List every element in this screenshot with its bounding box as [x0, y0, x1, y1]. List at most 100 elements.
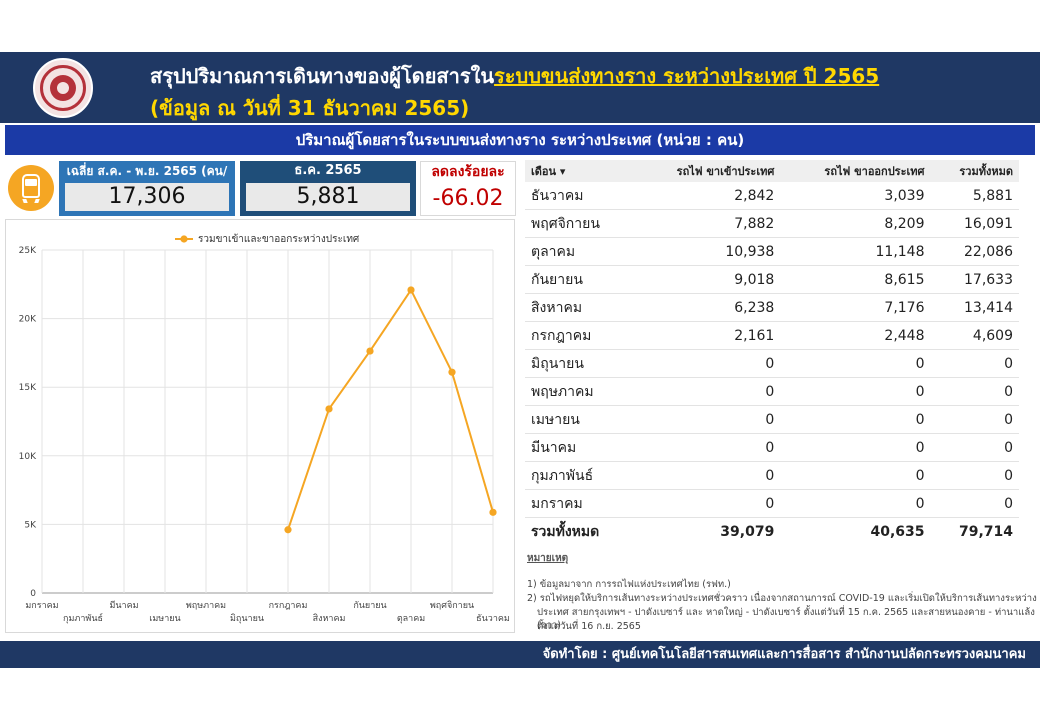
- cell-month: มิถุนายน: [525, 349, 634, 378]
- kpi-month-label: ธ.ค. 2565: [294, 163, 362, 178]
- cell-outbound: 0: [780, 433, 931, 462]
- table-row: มกราคม 0 0 0: [525, 489, 1019, 518]
- x-tick-label: กุมภาพันธ์: [63, 612, 103, 624]
- x-tick-label: พฤศจิกายน: [430, 600, 474, 611]
- kpi-change-value: -66.02: [432, 186, 504, 211]
- cell-total: 22,086: [930, 237, 1019, 266]
- title-highlight: ระบบขนส่งทางราง ระหว่างประเทศ ปี 2565: [494, 64, 880, 88]
- cell-inbound: 0: [633, 349, 781, 378]
- cell-outbound: 0: [780, 489, 931, 518]
- cell-month: กุมภาพันธ์: [525, 461, 634, 490]
- cell-outbound: 40,635: [870, 523, 925, 540]
- data-point: [489, 508, 497, 516]
- table-row: ธันวาคม 2,842 3,039 5,881: [525, 182, 1019, 210]
- x-tick-label: เมษายน: [149, 614, 180, 624]
- cell-total: 0: [930, 377, 1019, 406]
- table-row: กันยายน 9,018 8,615 17,633: [525, 265, 1019, 294]
- cell-inbound: 2,842: [633, 182, 781, 210]
- cell-total: 0: [930, 349, 1019, 378]
- table-row: ตุลาคม 10,938 11,148 22,086: [525, 237, 1019, 266]
- cell-inbound: 10,938: [633, 237, 781, 266]
- notes-title: หมายเหตุ: [527, 553, 569, 564]
- x-tick-label: ธันวาคม: [476, 614, 510, 624]
- cell-total: 0: [930, 405, 1019, 434]
- cell-inbound: 9,018: [633, 265, 781, 294]
- kpi-average: เฉลี่ย ส.ค. - พ.ย. 2565 (คน/เดือน) 17,30…: [59, 161, 235, 216]
- cell-total: 79,714: [958, 523, 1013, 540]
- table-total-row: รวมทั้งหมด 39,079 40,635 79,714: [525, 518, 1019, 546]
- x-tick-label: มิถุนายน: [230, 613, 264, 624]
- table-row: กรกฎาคม 2,161 2,448 4,609: [525, 321, 1019, 350]
- y-tick-label: 15K: [19, 383, 37, 393]
- cell-month: มีนาคม: [525, 433, 634, 462]
- passenger-table: เดือน ▾ รถไฟ ขาเข้าประเทศ รถไฟ ขาออกประเ…: [525, 160, 1019, 545]
- footer-credit: จัดทำโดย : ศูนย์เทคโนโลยีสารสนเทศและการส…: [0, 641, 1040, 668]
- data-point: [407, 286, 415, 294]
- x-tick-label: ตุลาคม: [397, 614, 425, 624]
- cell-total: 16,091: [930, 209, 1019, 238]
- table-row: สิงหาคม 6,238 7,176 13,414: [525, 293, 1019, 322]
- cell-total: 17,633: [930, 265, 1019, 294]
- cell-inbound: 0: [633, 461, 781, 490]
- y-tick-label: 20K: [19, 315, 37, 325]
- cell-outbound: 0: [780, 405, 931, 434]
- data-point: [284, 526, 292, 534]
- table-row: เมษายน 0 0 0: [525, 405, 1019, 434]
- cell-total: 5,881: [930, 182, 1019, 210]
- cell-month: มกราคม: [525, 489, 634, 518]
- cell-outbound: 7,176: [780, 293, 931, 322]
- y-tick-label: 10K: [19, 452, 37, 462]
- kpi-month: ธ.ค. 2565 5,881: [240, 161, 416, 216]
- kpi-change-label: ลดลงร้อยละ: [431, 164, 505, 180]
- cell-month: พฤศจิกายน: [525, 209, 634, 238]
- ministry-logo: [33, 58, 93, 118]
- data-point: [325, 405, 333, 413]
- table-row: กุมภาพันธ์ 0 0 0: [525, 461, 1019, 490]
- section-title: ปริมาณผู้โดยสารในระบบขนส่งทางราง ระหว่าง…: [5, 125, 1035, 155]
- cell-month: เมษายน: [525, 405, 634, 434]
- column-header-total[interactable]: รวมทั้งหมด: [930, 160, 1019, 182]
- page-title: สรุปปริมาณการเดินทางของผู้โดยสารในระบบขน…: [150, 60, 879, 92]
- column-header-outbound[interactable]: รถไฟ ขาออกประเทศ: [780, 160, 931, 182]
- x-tick-label: พฤษภาคม: [186, 601, 226, 611]
- x-tick-label: กันยายน: [353, 601, 386, 611]
- data-point: [448, 368, 456, 376]
- page-subtitle: (ข้อมูล ณ วันที่ 31 ธันวาคม 2565): [150, 96, 470, 120]
- cell-inbound: 0: [633, 433, 781, 462]
- table-row: พฤษภาคม 0 0 0: [525, 377, 1019, 406]
- cell-outbound: 0: [780, 377, 931, 406]
- cell-inbound: 0: [633, 489, 781, 518]
- cell-total: 4,609: [930, 321, 1019, 350]
- note-line: 2) รถไฟหยุดให้บริการเส้นทางระหว่างประเทศ…: [527, 593, 1037, 604]
- line-chart: 0 5K 10K 15K 20K 25K มกราคมกุมภาพันธ์ มีนาคมเมษ…: [19, 233, 510, 624]
- cell-inbound: 0: [633, 377, 781, 406]
- note-line: 1) ข้อมูลมาจาก การรถไฟแห่งประเทศไทย (รฟท…: [527, 579, 731, 590]
- cell-inbound: 6,238: [633, 293, 781, 322]
- cell-month: สิงหาคม: [525, 293, 634, 322]
- train-icon: [8, 165, 54, 211]
- kpi-month-value: 5,881: [246, 183, 410, 211]
- series-line: [287, 287, 494, 531]
- cell-outbound: 11,148: [780, 237, 931, 266]
- line-chart-panel: 0 5K 10K 15K 20K 25K มกราคม กุมภาพันธ์ มีนาคม เมษ…: [5, 219, 515, 633]
- legend-marker: [180, 235, 188, 243]
- cell-total: 13,414: [930, 293, 1019, 322]
- table-row: มีนาคม 0 0 0: [525, 433, 1019, 462]
- cell-outbound: 0: [780, 461, 931, 490]
- x-tick-label: มกราคม: [25, 601, 58, 611]
- column-header-inbound[interactable]: รถไฟ ขาเข้าประเทศ: [633, 160, 781, 182]
- kpi-average-label: เฉลี่ย ส.ค. - พ.ย. 2565 (คน/เดือน): [66, 164, 228, 198]
- cell-month: ตุลาคม: [525, 237, 634, 266]
- table-row: มิถุนายน 0 0 0: [525, 349, 1019, 378]
- cell-outbound: 2,448: [780, 321, 931, 350]
- cell-month: กันยายน: [525, 265, 634, 294]
- cell-inbound: 7,882: [633, 209, 781, 238]
- cell-month: พฤษภาคม: [525, 377, 634, 406]
- cell-inbound: 39,079: [720, 523, 775, 540]
- x-tick-label: สิงหาคม: [313, 613, 346, 624]
- table-row: พฤศจิกายน 7,882 8,209 16,091: [525, 209, 1019, 238]
- title-prefix: สรุปปริมาณการเดินทางของผู้โดยสารใน: [150, 64, 495, 88]
- kpi-change: ลดลงร้อยละ -66.02: [420, 161, 516, 216]
- column-header-month[interactable]: เดือน ▾: [525, 160, 634, 182]
- cell-inbound: 2,161: [633, 321, 781, 350]
